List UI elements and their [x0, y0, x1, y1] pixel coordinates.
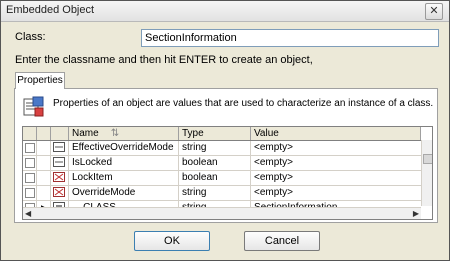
row-value[interactable]: <empty>	[251, 171, 421, 185]
row-name: EffectiveOverrideMode	[69, 141, 179, 155]
key-property-icon	[53, 187, 65, 197]
close-button[interactable]: ✕	[425, 3, 443, 20]
sort-icon: ⇅	[110, 128, 120, 139]
horizontal-scrollbar[interactable]: ◀ ▶	[23, 207, 421, 219]
header-icon-col	[51, 127, 69, 140]
row-checkbox[interactable]	[25, 143, 35, 153]
row-name: LockItem	[69, 171, 179, 185]
ok-button[interactable]: OK	[134, 231, 210, 251]
table-row[interactable]: IsLocked boolean <empty>	[23, 156, 421, 171]
scroll-right-icon[interactable]: ▶	[413, 208, 419, 219]
property-icon	[53, 142, 65, 152]
table-row[interactable]: LockItem boolean <empty>	[23, 171, 421, 186]
header-select-col	[37, 127, 51, 140]
key-property-icon	[53, 172, 65, 182]
vertical-scroll-thumb[interactable]	[423, 154, 432, 164]
header-name[interactable]: Name ⇅	[69, 127, 179, 140]
row-type: string	[179, 141, 251, 155]
tab-properties[interactable]: Properties	[15, 72, 65, 89]
row-name: OverrideMode	[69, 186, 179, 200]
row-value[interactable]: <empty>	[251, 156, 421, 170]
row-checkbox[interactable]	[25, 158, 35, 168]
properties-grid: Name ⇅ Type Value EffectiveOverrideMode s…	[22, 126, 433, 220]
row-type: boolean	[179, 171, 251, 185]
row-type: boolean	[179, 156, 251, 170]
row-value[interactable]: <empty>	[251, 141, 421, 155]
class-row: Class: SectionInformation	[15, 29, 439, 47]
row-value[interactable]: <empty>	[251, 186, 421, 200]
close-icon: ✕	[429, 5, 439, 17]
window-title: Embedded Object	[6, 4, 95, 16]
vertical-scrollbar[interactable]	[421, 140, 432, 206]
header-type[interactable]: Type	[179, 127, 251, 140]
embedded-object-dialog: Embedded Object ✕ Class: SectionInformat…	[0, 0, 450, 261]
cancel-button[interactable]: Cancel	[244, 231, 320, 251]
scroll-left-icon[interactable]: ◀	[25, 208, 31, 219]
class-input[interactable]: SectionInformation	[141, 29, 439, 47]
table-row[interactable]: EffectiveOverrideMode string <empty>	[23, 141, 421, 156]
row-name: IsLocked	[69, 156, 179, 170]
grid-header: Name ⇅ Type Value	[23, 127, 421, 141]
row-checkbox[interactable]	[25, 173, 35, 183]
header-value[interactable]: Value	[251, 127, 421, 140]
properties-description: Properties of an object are values that …	[53, 98, 434, 109]
properties-icon	[23, 96, 44, 117]
hint-text: Enter the classname and then hit ENTER t…	[15, 54, 313, 66]
class-label: Class:	[15, 31, 46, 43]
header-checkbox-col	[23, 127, 37, 140]
property-icon	[53, 157, 65, 167]
title-bar[interactable]: Embedded Object ✕	[1, 1, 449, 22]
row-type: string	[179, 186, 251, 200]
row-checkbox[interactable]	[25, 188, 35, 198]
table-row[interactable]: OverrideMode string <empty>	[23, 186, 421, 201]
properties-panel: Properties of an object are values that …	[14, 88, 438, 223]
